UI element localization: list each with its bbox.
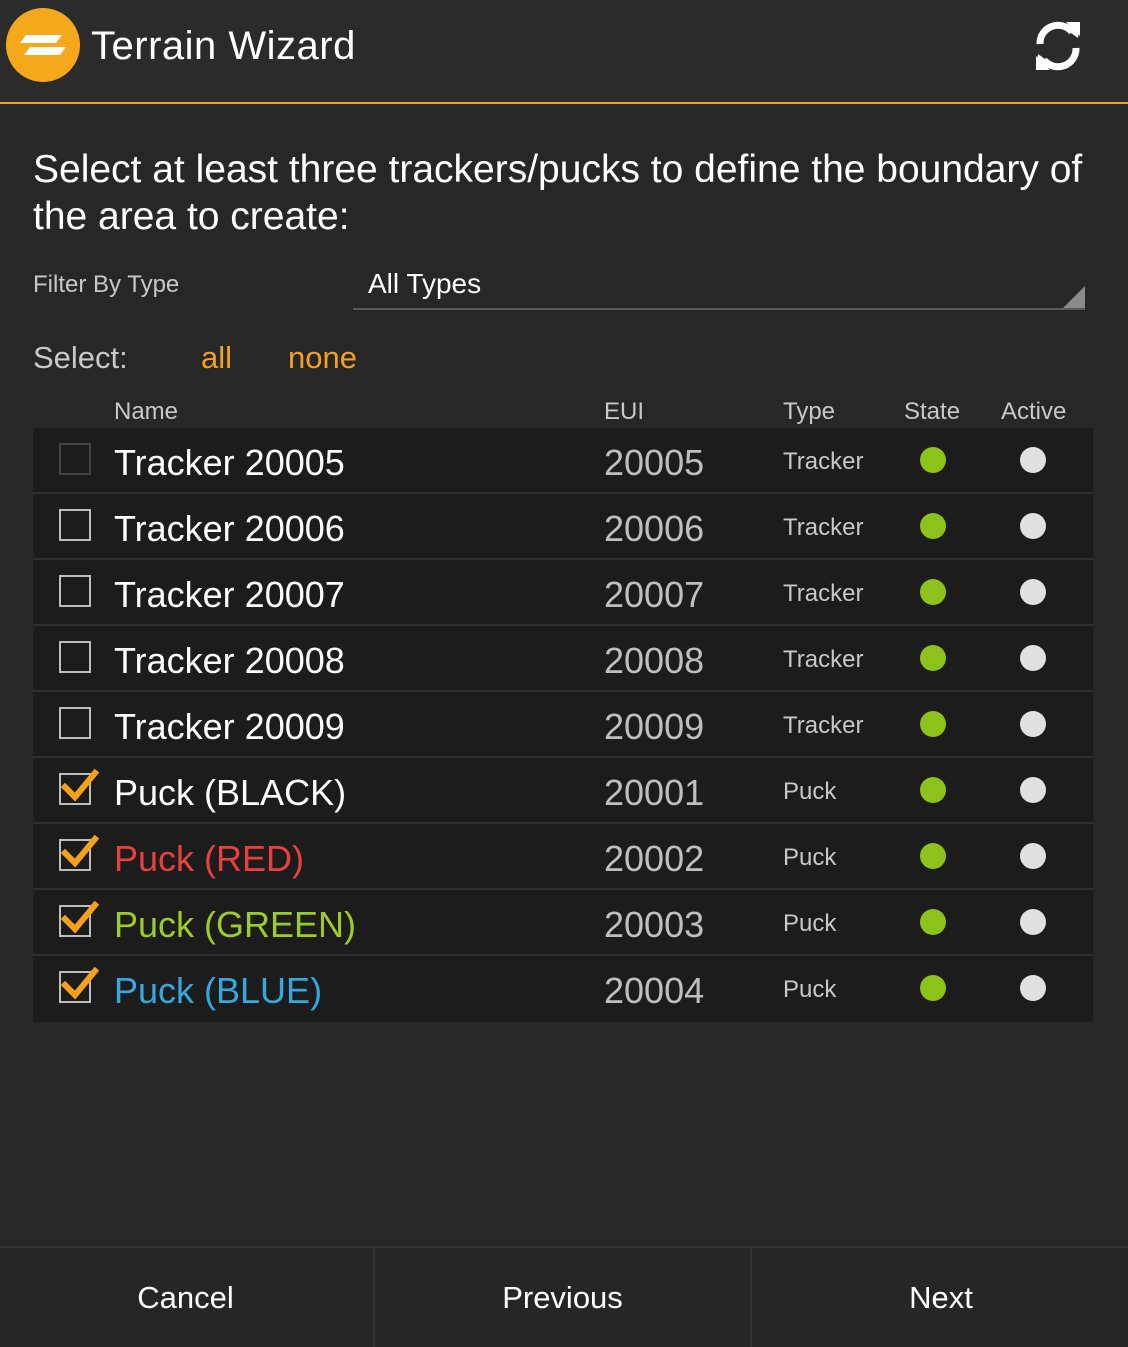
row-checkbox[interactable]: [59, 900, 99, 937]
filter-value: All Types: [368, 268, 482, 299]
row-name: Tracker 20007: [114, 574, 345, 615]
next-button[interactable]: Next: [754, 1248, 1128, 1347]
terrain-logo-icon: [6, 8, 80, 82]
refresh-icon[interactable]: [1030, 18, 1086, 74]
previous-button[interactable]: Previous: [373, 1248, 752, 1347]
row-name: Puck (BLUE): [114, 970, 323, 1011]
instructions-text: Select at least three trackers/pucks to …: [33, 148, 1083, 238]
cancel-button[interactable]: Cancel: [0, 1248, 371, 1347]
state-indicator-icon: [920, 909, 946, 935]
row-checkbox[interactable]: [59, 641, 91, 673]
column-header-eui: EUI: [604, 398, 645, 425]
row-eui: 20008: [604, 640, 705, 681]
row-name: Puck (GREEN): [114, 904, 357, 945]
state-indicator-icon: [920, 579, 946, 605]
row-eui: 20001: [604, 772, 705, 813]
row-name: Tracker 20008: [114, 640, 345, 681]
state-indicator-icon: [920, 777, 946, 803]
table-row[interactable]: Tracker 20006 20006 Tracker: [33, 494, 1093, 560]
row-type: Tracker: [783, 712, 864, 739]
row-eui: 20004: [604, 970, 705, 1011]
select-all-link[interactable]: all: [201, 340, 232, 376]
dropdown-arrow-icon: [1063, 286, 1085, 308]
column-header-type: Type: [783, 398, 836, 425]
filter-label: Filter By Type: [33, 271, 180, 298]
row-eui: 20005: [604, 442, 705, 483]
app-header: Terrain Wizard: [0, 0, 1128, 104]
row-checkbox[interactable]: [59, 966, 99, 1003]
active-indicator-icon: [1020, 843, 1046, 869]
wizard-footer: Cancel Previous Next: [0, 1246, 1128, 1347]
table-row[interactable]: Tracker 20007 20007 Tracker: [33, 560, 1093, 626]
table-row[interactable]: Tracker 20005 20005 Tracker: [33, 428, 1093, 494]
row-checkbox[interactable]: [59, 575, 91, 607]
row-checkbox[interactable]: [59, 768, 99, 805]
row-eui: 20002: [604, 838, 705, 879]
row-name: Tracker 20005: [114, 442, 345, 483]
row-eui: 20007: [604, 574, 705, 615]
checkmark-icon: [60, 900, 99, 934]
row-type: Puck: [783, 778, 837, 805]
table-row[interactable]: Puck (BLACK) 20001 Puck: [33, 758, 1093, 824]
state-indicator-icon: [920, 447, 946, 473]
state-indicator-icon: [920, 975, 946, 1001]
state-indicator-icon: [920, 843, 946, 869]
terrain-wizard-screen: Terrain Wizard Select at least three tra…: [0, 0, 1128, 1347]
column-header-state: State: [904, 398, 961, 425]
table-row[interactable]: Puck (RED) 20002 Puck: [33, 824, 1093, 890]
row-type: Tracker: [783, 448, 864, 475]
state-indicator-icon: [920, 513, 946, 539]
row-name: Puck (RED): [114, 838, 305, 879]
row-checkbox[interactable]: [59, 509, 91, 541]
table-row[interactable]: Tracker 20009 20009 Tracker: [33, 692, 1093, 758]
table-row[interactable]: Puck (BLUE) 20004 Puck: [33, 956, 1093, 1022]
row-checkbox[interactable]: [59, 707, 91, 739]
row-type: Puck: [783, 844, 837, 871]
table-row[interactable]: Tracker 20008 20008 Tracker: [33, 626, 1093, 692]
row-eui: 20009: [604, 706, 705, 747]
active-indicator-icon: [1020, 711, 1046, 737]
table-row[interactable]: Puck (GREEN) 20003 Puck: [33, 890, 1093, 956]
row-type: Tracker: [783, 514, 864, 541]
filter-type-dropdown[interactable]: All Types: [353, 262, 1085, 310]
device-table: Tracker 20005 20005 Tracker Tracker 20006 20…: [33, 428, 1093, 1022]
row-checkbox[interactable]: [59, 443, 91, 475]
checkmark-icon: [60, 966, 99, 1000]
row-eui: 20003: [604, 904, 705, 945]
app-title: Terrain Wizard: [91, 24, 356, 68]
row-type: Puck: [783, 976, 837, 1003]
checkmark-icon: [60, 768, 99, 802]
active-indicator-icon: [1020, 513, 1046, 539]
active-indicator-icon: [1020, 579, 1046, 605]
active-indicator-icon: [1020, 909, 1046, 935]
active-indicator-icon: [1020, 975, 1046, 1001]
column-header-active: Active: [1001, 398, 1067, 425]
checkmark-icon: [60, 834, 99, 868]
row-name: Tracker 20006: [114, 508, 345, 549]
row-type: Tracker: [783, 646, 864, 673]
row-eui: 20006: [604, 508, 705, 549]
select-label: Select:: [33, 340, 128, 375]
column-header-name: Name: [114, 398, 179, 425]
row-type: Puck: [783, 910, 837, 937]
active-indicator-icon: [1020, 777, 1046, 803]
active-indicator-icon: [1020, 447, 1046, 473]
row-name: Tracker 20009: [114, 706, 345, 747]
row-name: Puck (BLACK): [114, 772, 347, 813]
state-indicator-icon: [920, 645, 946, 671]
select-none-link[interactable]: none: [288, 340, 357, 376]
row-checkbox[interactable]: [59, 834, 99, 871]
active-indicator-icon: [1020, 645, 1046, 671]
state-indicator-icon: [920, 711, 946, 737]
row-type: Tracker: [783, 580, 864, 607]
